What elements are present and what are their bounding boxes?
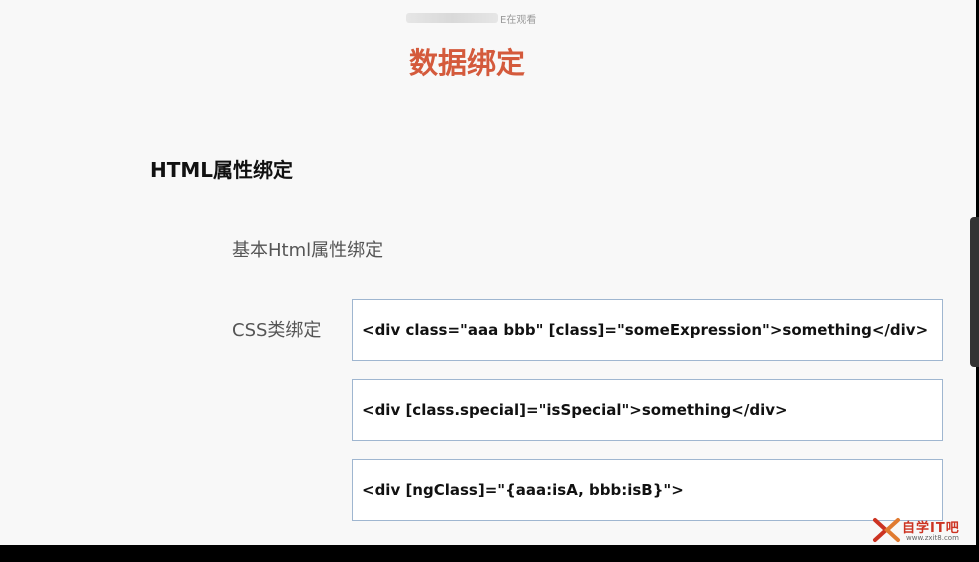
css-class-binding-label: CSS类绑定	[232, 320, 322, 341]
code-example-class-binding: <div class="aaa bbb" [class]="someExpres…	[352, 299, 943, 361]
watermark-logo: 自学IT吧 www.zxit8.com	[872, 515, 976, 545]
watermark-x-icon	[873, 518, 900, 542]
basic-attribute-binding-label: 基本Html属性绑定	[232, 240, 384, 261]
slide-title: 数据绑定	[408, 46, 525, 80]
viewer-notice: E在观看	[406, 10, 536, 26]
blurred-username	[406, 13, 498, 23]
watermark-url: www.zxit8.com	[906, 534, 959, 542]
scrollbar-thumb[interactable]	[970, 217, 979, 367]
section-heading: HTML属性绑定	[150, 158, 294, 182]
code-example-ngclass: <div [ngClass]="{aaa:isA, bbb:isB}">	[352, 459, 943, 521]
viewer-notice-text: E在观看	[500, 14, 537, 26]
code-example-class-special: <div [class.special]="isSpecial">somethi…	[352, 379, 943, 441]
presentation-slide: E在观看 数据绑定 HTML属性绑定 基本Html属性绑定 CSS类绑定 <di…	[0, 0, 976, 545]
